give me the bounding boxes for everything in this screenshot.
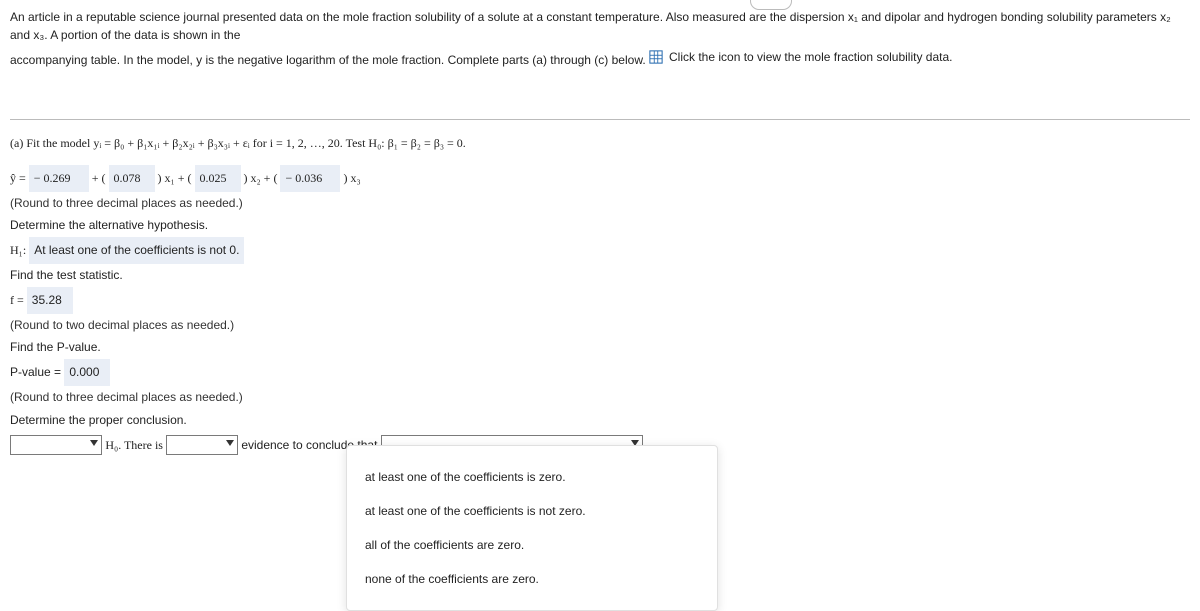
f-answer[interactable]: 35.28 xyxy=(27,287,73,314)
b1-answer[interactable]: 0.078 xyxy=(109,165,155,192)
conc-mid1: H₀. There is xyxy=(105,438,166,452)
intro-line2: accompanying table. In the model, y is t… xyxy=(10,53,646,67)
part-a-prompt: (a) Fit the model yᵢ = β₀ + β₁x₁ᵢ + β₂x₂… xyxy=(10,132,1190,155)
conclusion-prompt: Determine the proper conclusion. xyxy=(10,409,1190,432)
alt-hyp-line: H₁: At least one of the coefficients is … xyxy=(10,237,1190,264)
conclusion-dropdown-popup: at least one of the coefficients is zero… xyxy=(346,445,718,611)
h1-label: H₁: xyxy=(10,243,29,257)
h1-answer[interactable]: At least one of the coefficients is not … xyxy=(29,237,244,264)
chevron-down-icon xyxy=(226,440,234,446)
p-line: P-value = 0.000 xyxy=(10,359,1190,386)
popup-option-3[interactable]: none of the coefficients are zero. xyxy=(347,562,717,596)
f-label: f = xyxy=(10,293,27,307)
chevron-down-icon xyxy=(90,440,98,446)
p-answer[interactable]: 0.000 xyxy=(64,359,110,386)
popup-option-2[interactable]: all of the coefficients are zero. xyxy=(347,528,717,562)
b2-answer[interactable]: 0.025 xyxy=(195,165,241,192)
part-a-content: (a) Fit the model yᵢ = β₀ + β₁x₁ᵢ + β₂x₂… xyxy=(10,132,1190,456)
popup-option-1[interactable]: at least one of the coefficients is not … xyxy=(347,494,717,528)
eq-prefix: ŷ = xyxy=(10,171,29,185)
round-note-2: (Round to two decimal places as needed.) xyxy=(10,314,1190,337)
decision-dropdown[interactable] xyxy=(10,435,102,455)
eq-mid2: ) x₂ + ( xyxy=(244,171,281,185)
popup-option-0[interactable]: at least one of the coefficients is zero… xyxy=(347,460,717,494)
regression-equation: ŷ = − 0.269 + ( 0.078 ) x₁ + ( 0.025 ) x… xyxy=(10,165,1190,192)
p-label: P-value = xyxy=(10,365,64,379)
separator xyxy=(10,119,1190,120)
round-note-1: (Round to three decimal places as needed… xyxy=(10,192,1190,215)
evidence-dropdown[interactable] xyxy=(166,435,238,455)
b0-answer[interactable]: − 0.269 xyxy=(29,165,89,192)
problem-intro: An article in a reputable science journa… xyxy=(10,8,1190,69)
round-note-3: (Round to three decimal places as needed… xyxy=(10,386,1190,409)
alt-hyp-prompt: Determine the alternative hypothesis. xyxy=(10,214,1190,237)
view-data-link[interactable]: Click the icon to view the mole fraction… xyxy=(649,48,952,66)
eq-mid3: ) x₃ xyxy=(343,171,360,185)
f-line: f = 35.28 xyxy=(10,287,1190,314)
eq-mid1: ) x₁ + ( xyxy=(158,171,195,185)
eq-plus1: + ( xyxy=(92,171,109,185)
overflow-pill[interactable]: · · · xyxy=(750,0,792,10)
b3-answer[interactable]: − 0.036 xyxy=(280,165,340,192)
table-icon xyxy=(649,50,663,64)
intro-line1: An article in a reputable science journa… xyxy=(10,10,1171,42)
view-data-label: Click the icon to view the mole fraction… xyxy=(669,48,952,66)
find-p-prompt: Find the P-value. xyxy=(10,336,1190,359)
find-ts-prompt: Find the test statistic. xyxy=(10,264,1190,287)
